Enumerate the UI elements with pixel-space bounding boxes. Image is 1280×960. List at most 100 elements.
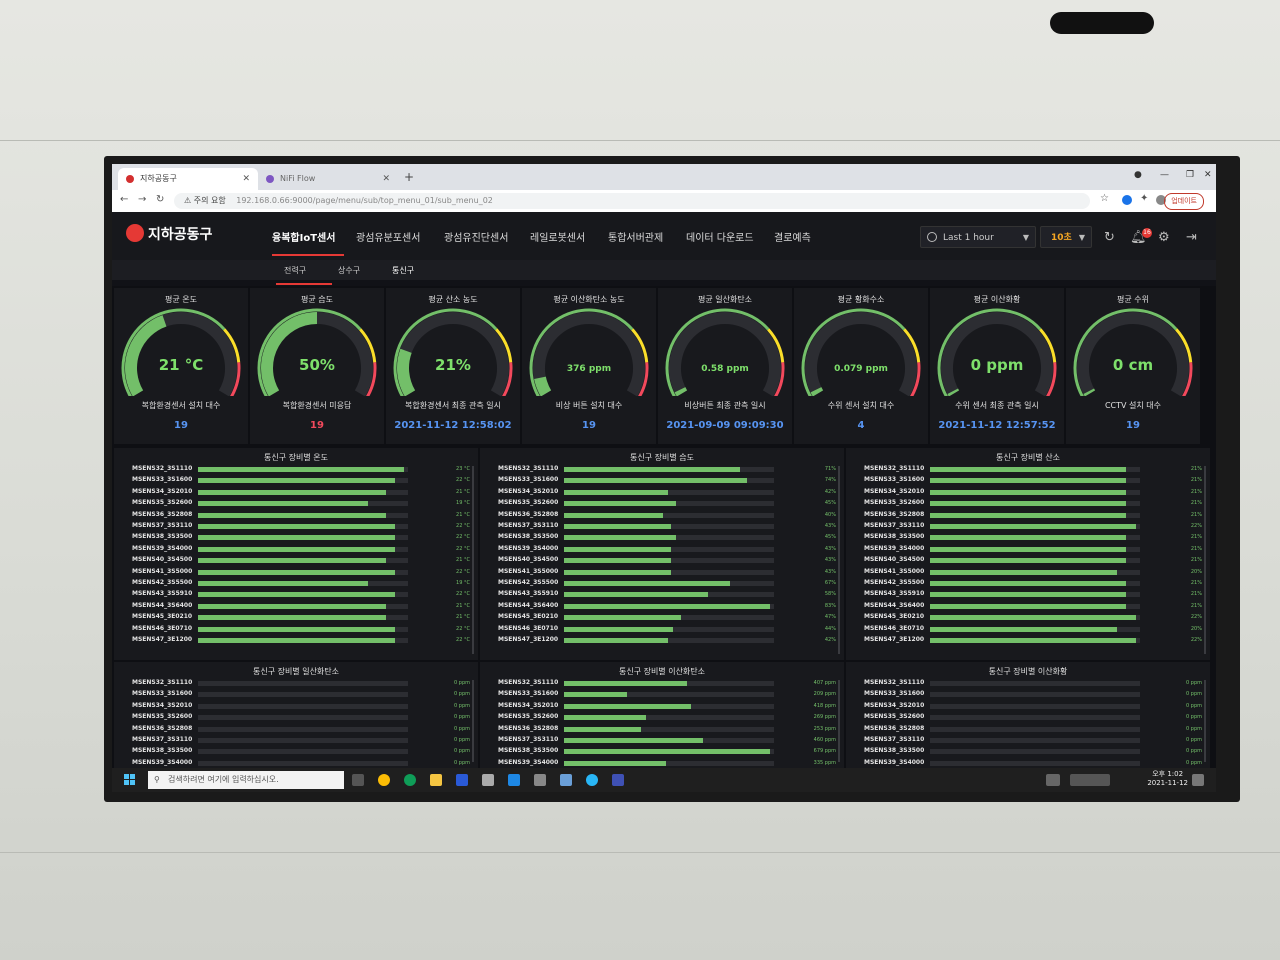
keyboard-icon[interactable]	[1046, 774, 1060, 786]
bar-track	[198, 489, 408, 495]
edge-icon[interactable]	[404, 774, 416, 786]
profile-icon[interactable]: ●	[1134, 170, 1142, 180]
row-value: 19 °C	[456, 500, 470, 507]
bar-gauge-panel: 통신구 장비별 산소 MSENS32_3S1110 21% MSENS33_3S160…	[846, 448, 1210, 660]
bar-fill	[930, 478, 1127, 484]
bar-fill	[930, 546, 1127, 552]
subtab-water[interactable]: 상수구	[338, 265, 360, 276]
app-icon[interactable]	[612, 774, 624, 786]
gauge-title: 평균 이산화탄소 농도	[553, 295, 625, 304]
bar-track	[564, 501, 774, 507]
gauge-value-arc	[674, 387, 688, 396]
settings-app-icon[interactable]	[534, 774, 546, 786]
close-icon[interactable]: ✕	[242, 168, 250, 190]
bar-fill	[930, 615, 1136, 621]
menu-iot-sensor[interactable]: 융복합IoT센서	[272, 229, 335, 244]
gear-icon[interactable]: ⚙	[1158, 230, 1170, 245]
notification-center-icon[interactable]	[1192, 774, 1204, 786]
row-label: MSENS35_3S2600	[498, 499, 559, 507]
update-button[interactable]: 업데이트	[1164, 193, 1204, 210]
menu-server-control[interactable]: 통합서버관제	[608, 229, 663, 244]
logout-icon[interactable]: ⇥	[1186, 230, 1197, 245]
chrome-icon[interactable]	[378, 774, 390, 786]
row-value: 43%	[824, 545, 836, 552]
stat-label: 복합환경센서 미응답	[282, 401, 352, 410]
row-label: MSENS47_3E1200	[132, 636, 193, 643]
subtab-power[interactable]: 전력구	[284, 265, 306, 276]
gauge-value-arc	[534, 376, 552, 396]
store-icon[interactable]	[482, 774, 494, 786]
row-label: MSENS32_3S1110	[132, 465, 193, 472]
extension-icon[interactable]	[1122, 195, 1132, 205]
row-label: MSENS36_3S2808	[864, 724, 925, 732]
row-value: 19 °C	[456, 580, 470, 586]
time-range-picker[interactable]: Last 1 hour ▼	[920, 226, 1036, 248]
row-label: MSENS39_3S4000	[132, 544, 193, 552]
panel-scrollbar[interactable]	[838, 466, 840, 654]
window-close-icon[interactable]: ✕	[1204, 170, 1212, 180]
refresh-icon[interactable]: ↻	[1104, 230, 1115, 245]
teamviewer-icon[interactable]	[586, 774, 598, 786]
bar-track	[930, 715, 1140, 721]
reload-icon[interactable]: ↻	[156, 194, 164, 205]
back-icon[interactable]: ←	[120, 194, 128, 205]
bookmark-star-icon[interactable]: ☆	[1100, 193, 1109, 204]
browser-tab[interactable]: NiFi Flow ✕	[258, 168, 398, 190]
bar-fill	[198, 501, 368, 507]
file-explorer-icon[interactable]	[430, 774, 442, 786]
row-label: MSENS36_3S2808	[498, 510, 559, 518]
powershell-icon[interactable]	[456, 774, 468, 786]
bar-track	[930, 478, 1140, 484]
url-text: 192.168.0.66:9000/page/menu/sub/top_menu…	[236, 196, 493, 205]
taskbar-search-input[interactable]: ⚲ 검색하려면 여기에 입력하십시오.	[148, 771, 344, 789]
panel-scrollbar[interactable]	[838, 680, 840, 762]
bar-track	[198, 681, 408, 686]
windows-start-icon[interactable]	[124, 774, 136, 786]
app-logo[interactable]: 지하공동구	[126, 224, 212, 244]
panel-scrollbar[interactable]	[1204, 680, 1206, 762]
row-value: 0 ppm	[454, 759, 470, 766]
security-warning[interactable]: ⚠ 주의 요함	[184, 196, 226, 205]
extensions-puzzle-icon[interactable]: ✦	[1140, 193, 1148, 204]
minimize-icon[interactable]: —	[1160, 170, 1169, 180]
task-view-icon[interactable]	[352, 774, 364, 786]
browser-tab-active[interactable]: 지하공동구 ✕	[118, 168, 258, 190]
row-value: 22%	[1190, 523, 1202, 529]
panel-scrollbar[interactable]	[472, 680, 474, 762]
gauge-value-arc	[1083, 388, 1096, 396]
bar-track	[198, 603, 408, 609]
bar-fill	[564, 569, 671, 575]
stat-label: 수위 센서 설치 대수	[827, 401, 895, 410]
subtab-telecom[interactable]: 통신구	[392, 265, 414, 276]
new-tab-icon[interactable]: +	[404, 170, 414, 184]
close-icon[interactable]: ✕	[382, 168, 390, 190]
network-app-icon[interactable]	[560, 774, 572, 786]
bar-track	[198, 524, 408, 529]
taskbar-clock[interactable]: 오후 1:02 2021-11-12	[1147, 770, 1188, 788]
logo-text: 지하공동구	[148, 227, 213, 243]
row-label: MSENS38_3S3500	[132, 747, 193, 755]
forward-icon[interactable]: →	[138, 194, 146, 205]
panel-scrollbar[interactable]	[472, 466, 474, 654]
mail-icon[interactable]	[508, 774, 520, 786]
gauge-title: 평균 수위	[1117, 295, 1149, 304]
bar-fill	[198, 592, 395, 598]
menu-data-download[interactable]: 데이터 다운로드	[686, 229, 754, 244]
panel-scrollbar[interactable]	[1204, 466, 1206, 654]
browser-tabbar: 지하공동구 ✕ NiFi Flow ✕ + ● — ❐ ✕	[112, 164, 1216, 190]
maximize-icon[interactable]: ❐	[1186, 170, 1194, 180]
bar-track	[930, 760, 1140, 766]
system-tray-icons[interactable]	[1070, 774, 1110, 786]
bar-fill	[564, 489, 669, 495]
menu-fiber-diagnosis[interactable]: 광섬유진단센서	[444, 229, 508, 244]
menu-rail-robot[interactable]: 레일로봇센서	[530, 229, 585, 244]
menu-fiber-distribution[interactable]: 광섬유분포센서	[356, 229, 420, 244]
bar-track	[930, 681, 1140, 686]
menu-condensation[interactable]: 결로예측	[774, 229, 811, 244]
refresh-interval-picker[interactable]: 10초 ▼	[1040, 226, 1092, 248]
row-value: 21%	[1190, 545, 1202, 552]
url-field[interactable]: ⚠ 주의 요함 192.168.0.66:9000/page/menu/sub/…	[174, 193, 1090, 209]
row-label: MSENS38_3S3500	[132, 533, 193, 541]
bar-track	[198, 535, 408, 541]
bar-fill	[198, 512, 386, 518]
